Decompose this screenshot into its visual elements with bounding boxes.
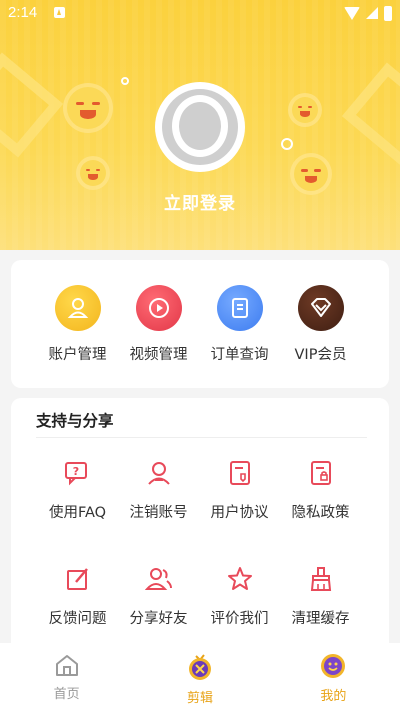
support-card: 支持与分享 ? 使用FAQ 注销账号 用户协议 隐私政策 反馈问题 分享好友 评… (11, 398, 389, 643)
emoji-decoration (67, 87, 109, 129)
feedback-label: 反馈问题 (48, 611, 107, 627)
avatar[interactable] (155, 82, 245, 172)
cancel-account-label: 注销账号 (129, 505, 188, 521)
user-agreement-button[interactable]: 用户协议 (199, 458, 280, 522)
nav-edit[interactable]: 剪辑 (133, 643, 266, 711)
order-query-label: 订单查询 (210, 347, 269, 363)
notification-icon (54, 7, 65, 18)
nav-edit-label: 剪辑 (186, 691, 213, 706)
broom-icon (306, 564, 336, 594)
feedback-button[interactable]: 反馈问题 (37, 564, 118, 628)
faq-button[interactable]: ? 使用FAQ (37, 458, 118, 522)
nav-mine-label: 我的 (320, 689, 347, 704)
privacy-policy-label: 隐私政策 (291, 505, 350, 521)
cancel-account-button[interactable]: 注销账号 (118, 458, 199, 522)
clear-cache-button[interactable]: 清理缓存 (280, 564, 361, 628)
feedback-icon (63, 564, 93, 594)
home-icon (55, 655, 78, 676)
account-management-label: 账户管理 (48, 347, 107, 363)
bottom-nav: 首页 剪辑 我的 (0, 643, 400, 711)
diamond-icon (297, 285, 344, 331)
video-management-label: 视频管理 (129, 347, 188, 363)
privacy-policy-button[interactable]: 隐私政策 (280, 458, 361, 522)
play-icon (135, 285, 182, 331)
clear-cache-label: 清理缓存 (291, 611, 350, 627)
privacy-icon (306, 458, 336, 488)
wifi-icon (344, 6, 360, 20)
faq-label: 使用FAQ (48, 505, 107, 521)
svg-text:?: ? (72, 465, 78, 478)
account-cancel-icon (144, 458, 174, 488)
video-management-button[interactable]: 视频管理 (118, 285, 199, 364)
status-time: 2:14 (8, 4, 38, 21)
order-query-button[interactable]: 订单查询 (199, 285, 280, 364)
agreement-icon (225, 458, 255, 488)
bubble-decoration (281, 138, 293, 150)
scissors-icon (188, 654, 211, 680)
nav-mine[interactable]: 我的 (267, 643, 400, 711)
emoji-decoration (80, 160, 106, 186)
account-card: 账户管理 视频管理 订单查询 VIP会员 (11, 260, 389, 388)
document-icon (216, 285, 263, 331)
rate-us-label: 评价我们 (210, 611, 269, 627)
default-avatar-icon (172, 95, 228, 157)
nav-home[interactable]: 首页 (0, 643, 133, 711)
status-bar: 2:14 (0, 0, 400, 26)
profile-header: 2:14 立即登录 (0, 0, 400, 250)
nav-home-label: 首页 (53, 687, 80, 702)
share-friends-button[interactable]: 分享好友 (118, 564, 199, 628)
star-icon (225, 564, 255, 594)
share-friends-icon (144, 564, 174, 594)
vip-button[interactable]: VIP会员 (280, 285, 361, 364)
emoji-decoration (292, 97, 318, 123)
mine-icon (321, 654, 346, 678)
bubble-decoration (121, 77, 129, 85)
faq-icon: ? (63, 458, 93, 488)
section-title: 支持与分享 (36, 412, 114, 430)
user-agreement-label: 用户协议 (210, 505, 269, 521)
login-link[interactable]: 立即登录 (0, 189, 400, 214)
divider (36, 437, 367, 438)
account-management-button[interactable]: 账户管理 (37, 285, 118, 364)
vip-label: VIP会员 (294, 347, 347, 363)
emoji-decoration (294, 157, 328, 191)
battery-icon (384, 5, 392, 21)
signal-icon (366, 7, 378, 19)
rate-us-button[interactable]: 评价我们 (199, 564, 280, 628)
user-icon (54, 285, 101, 331)
share-friends-label: 分享好友 (129, 611, 188, 627)
